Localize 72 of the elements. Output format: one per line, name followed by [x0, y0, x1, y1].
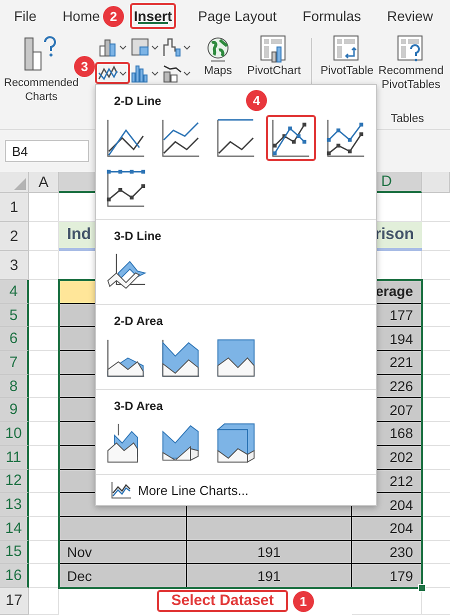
marker-line-chart-icon	[270, 117, 312, 159]
row-header[interactable]: 13	[0, 493, 29, 517]
marker-line-chart-icon	[325, 117, 367, 159]
caret-icon	[151, 44, 159, 50]
section-title: 3-D Line	[113, 228, 162, 245]
row-header[interactable]: 15	[0, 540, 29, 564]
callout-label: Select Dataset	[157, 590, 288, 612]
row-header[interactable]: 5	[0, 304, 29, 328]
table-cell: 204	[352, 516, 422, 541]
row-header[interactable]: 17	[0, 588, 29, 615]
row-header[interactable]: 6	[0, 327, 29, 352]
row-header[interactable]: 2	[0, 222, 29, 251]
table-cell: Dec	[59, 564, 187, 588]
row-header[interactable]: 1	[0, 193, 29, 222]
group-label: Tables	[390, 113, 424, 125]
line-chart-icon	[215, 117, 257, 159]
chart-type-button[interactable]	[95, 62, 130, 84]
pivot-table-button[interactable]: PivotTable	[318, 34, 376, 78]
row-header[interactable]: 8	[0, 374, 29, 398]
row-header[interactable]: 3	[0, 251, 29, 280]
row-header[interactable]: 11	[0, 446, 29, 470]
line-chart-icon	[105, 117, 147, 159]
caret-icon	[119, 44, 127, 50]
table-cell	[29, 588, 59, 615]
pivot-chart-button[interactable]: PivotChart	[243, 34, 305, 78]
column-chart-icon	[98, 37, 118, 57]
ribbon-tab[interactable]: Home	[58, 3, 104, 29]
line-chart-icon	[160, 117, 202, 159]
table-cell: 179	[352, 564, 422, 588]
row-header[interactable]: 16	[0, 564, 29, 588]
treemap-icon	[130, 37, 150, 57]
area-chart-icon	[215, 337, 257, 379]
row-header[interactable]: 7	[0, 351, 29, 375]
table-cell: 191	[187, 540, 352, 564]
caret-icon	[151, 70, 159, 76]
line-chart-icon	[98, 63, 118, 83]
row-header[interactable]: 12	[0, 470, 29, 494]
caret-icon	[183, 44, 191, 50]
recommended-pivot-tables-button[interactable]: Recommend PivotTables	[380, 34, 442, 92]
caret-icon	[183, 70, 191, 76]
maps-button[interactable]: Maps	[199, 34, 237, 78]
fill-handle[interactable]	[418, 584, 426, 592]
chart-option[interactable]	[266, 115, 316, 161]
ribbon-tab[interactable]: Review	[383, 3, 437, 29]
ribbon-tab[interactable]: Insert	[130, 3, 176, 29]
ribbon-tab[interactable]: File	[10, 3, 41, 29]
more-charts-link[interactable]: More Line Charts...	[138, 482, 249, 498]
row-header[interactable]: 14	[0, 516, 29, 541]
name-box[interactable]: B4	[5, 140, 89, 162]
histogram-icon	[130, 63, 150, 83]
table-cell: 191	[187, 564, 352, 588]
ribbon-tab[interactable]: Formulas	[298, 3, 366, 29]
area-chart-icon	[160, 337, 202, 379]
row-header[interactable]: 4	[0, 280, 29, 304]
ribbon-tab[interactable]: Page Layout	[194, 3, 281, 29]
section-title: 3-D Area	[113, 398, 163, 415]
step-badge: 4	[246, 90, 267, 111]
area-chart-icon	[105, 337, 147, 379]
step-badge: 1	[292, 590, 314, 612]
section-title: 2-D Line	[113, 93, 162, 110]
column-header[interactable]: A	[29, 172, 59, 193]
table-cell: Nov	[59, 540, 187, 564]
marker-line-chart-icon	[105, 167, 147, 209]
row-header[interactable]: 10	[0, 422, 29, 446]
table-cell: 230	[352, 540, 422, 564]
area-3d-chart-icon	[215, 422, 257, 464]
section-title: 2-D Area	[113, 313, 163, 330]
row-header[interactable]: 9	[0, 398, 29, 422]
caret-icon	[119, 70, 127, 76]
waterfall-chart-icon	[162, 37, 182, 57]
table-cell	[29, 251, 59, 280]
line-chart-icon	[110, 481, 132, 499]
